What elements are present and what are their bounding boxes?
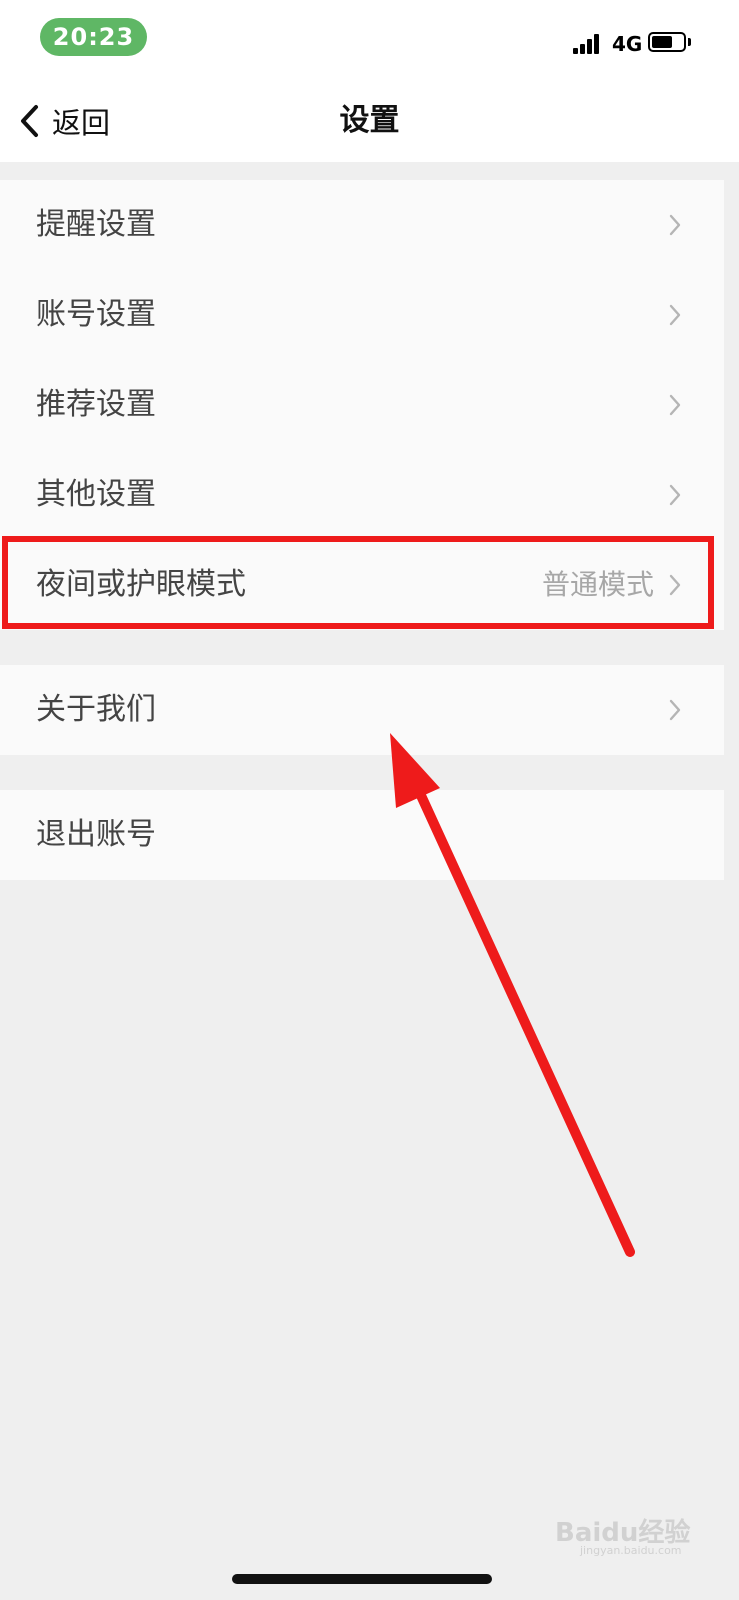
settings-row-other[interactable]: 其他设置 [0, 450, 724, 540]
row-label: 退出账号 [36, 817, 156, 852]
back-label: 返回 [52, 106, 111, 140]
network-type: 4G [612, 32, 643, 56]
row-label: 账号设置 [36, 297, 156, 332]
settings-row-recommend[interactable]: 推荐设置 [0, 360, 724, 450]
settings-row-account[interactable]: 账号设置 [0, 270, 724, 360]
logout-button[interactable]: 退出账号 [0, 790, 724, 880]
chevron-right-icon [669, 574, 681, 596]
chevron-right-icon [669, 484, 681, 506]
row-label: 其他设置 [36, 477, 156, 512]
back-button[interactable]: 返回 [18, 96, 110, 146]
row-value: 普通模式 [541, 568, 654, 601]
page-title: 设置 [339, 103, 400, 138]
nav-bar: 设置 返回 [0, 80, 739, 162]
logout-group: 退出账号 [0, 790, 724, 880]
chevron-right-icon [669, 214, 681, 236]
about-group: 关于我们 [0, 665, 724, 755]
settings-group: 提醒设置 账号设置 推荐设置 其他设置 夜间或护眼模式 普通模式 [0, 180, 724, 630]
status-bar: 20:23 4G [0, 0, 739, 80]
row-label: 夜间或护眼模式 [36, 567, 246, 602]
chevron-left-icon [18, 104, 40, 138]
home-indicator[interactable] [232, 1574, 492, 1584]
watermark-url: jingyan.baidu.com [580, 1544, 682, 1557]
battery-icon [648, 32, 686, 52]
row-label: 关于我们 [36, 692, 156, 727]
row-label: 推荐设置 [36, 387, 156, 422]
settings-row-reminder[interactable]: 提醒设置 [0, 180, 724, 270]
signal-icon [573, 34, 601, 54]
status-time: 20:23 [40, 18, 147, 56]
settings-row-about[interactable]: 关于我们 [0, 665, 724, 755]
battery-tip [688, 38, 691, 46]
row-label: 提醒设置 [36, 207, 156, 242]
battery-level [652, 36, 672, 48]
settings-row-night-mode[interactable]: 夜间或护眼模式 普通模式 [0, 540, 724, 630]
chevron-right-icon [669, 304, 681, 326]
chevron-right-icon [669, 699, 681, 721]
chevron-right-icon [669, 394, 681, 416]
